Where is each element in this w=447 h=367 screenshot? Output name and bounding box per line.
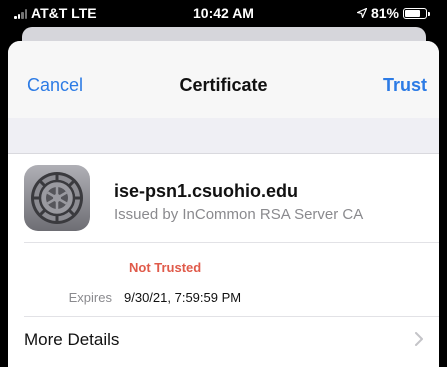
certificate-sheet: Cancel Certificate Trust ise-psn1.csuohi… — [8, 41, 439, 367]
more-details-row[interactable]: More Details — [8, 317, 439, 363]
gear-graphic — [31, 172, 83, 224]
status-right: 81% — [356, 5, 430, 21]
battery-percent: 81% — [370, 5, 399, 21]
status-bar: AT&T LTE 10:42 AM 81% — [8, 0, 439, 26]
certificate-name: ise-psn1.csuohio.edu — [114, 181, 299, 201]
navigation-bar: Cancel Certificate Trust — [8, 41, 439, 118]
location-arrow-icon — [356, 8, 367, 18]
certificate-issuer: Issued by InCommon RSA Server CA — [114, 206, 364, 223]
trust-status: Not Trusted — [129, 260, 202, 275]
expires-label: Expires — [68, 290, 112, 305]
battery-fill — [405, 9, 421, 17]
phone-screen: AT&T LTE 10:42 AM 81% Cancel Certificate… — [8, 0, 439, 367]
chevron-right-icon — [415, 332, 423, 346]
trust-button[interactable]: Trust — [383, 75, 427, 96]
section-gap — [8, 118, 439, 154]
settings-gear-icon — [24, 165, 90, 231]
expires-value: 9/30/21, 7:59:59 PM — [124, 290, 242, 305]
page-title: Certificate — [179, 75, 268, 95]
battery-icon — [403, 7, 430, 19]
more-details-label: More Details — [24, 330, 120, 349]
divider — [24, 242, 439, 243]
